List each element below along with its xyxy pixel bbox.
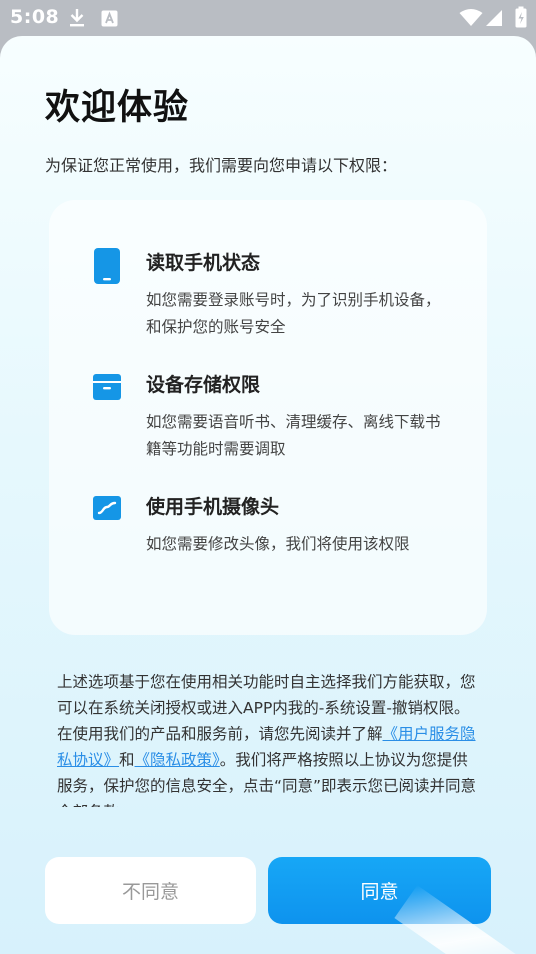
phone-icon	[93, 248, 121, 288]
permission-description: 如您需要登录账号时，为了识别手机设备，和保护您的账号安全	[146, 291, 441, 336]
notice-paragraph: 在使用我们的产品和服务前，请您先阅读并了解《用户服务隐私协议》和《隐私政策》。我…	[57, 721, 477, 807]
notice-paragraph: 上述选项基于您在使用相关功能时自主选择我们方能获取，您可以在系统关闭授权或进入A…	[57, 673, 476, 717]
permissions-card: 读取手机状态 如您需要登录账号时，为了识别手机设备，和保护您的账号安全 设备存储…	[49, 200, 487, 635]
status-bar: 5:08	[0, 0, 536, 36]
dialog-title: 欢迎体验	[45, 88, 190, 128]
permission-description: 如您需要修改头像，我们将使用该权限	[146, 535, 410, 553]
dialog-subtitle: 为保证您正常使用，我们需要向您申请以下权限：	[45, 156, 398, 175]
agree-button[interactable]: 同意	[268, 857, 491, 924]
permission-title: 设备存储权限	[146, 374, 261, 396]
permission-title: 读取手机状态	[146, 252, 261, 274]
permission-description: 如您需要语音听书、清理缓存、离线下载书籍等功能时需要调取	[146, 413, 441, 458]
storage-icon	[93, 374, 121, 404]
privacy-policy-link[interactable]: 《隐私政策》	[135, 751, 220, 769]
permission-dialog: 欢迎体验 为保证您正常使用，我们需要向您申请以下权限： 读取手机状态 如您需要登…	[0, 36, 536, 954]
notice-text: 在使用我们的产品和服务前，请您先阅读并了解	[57, 725, 383, 743]
status-time: 5:08	[10, 6, 60, 28]
camera-icon	[93, 496, 121, 524]
battery-icon	[515, 6, 527, 32]
signal-icon	[485, 9, 503, 31]
download-icon	[68, 8, 86, 32]
keyboard-a-icon	[101, 10, 118, 31]
disagree-button[interactable]: 不同意	[45, 857, 256, 924]
permission-title: 使用手机摄像头	[146, 496, 280, 518]
privacy-notice: 上述选项基于您在使用相关功能时自主选择我们方能获取，您可以在系统关闭授权或进入A…	[57, 669, 477, 807]
wifi-icon	[459, 9, 483, 31]
notice-text: 和	[119, 751, 135, 769]
